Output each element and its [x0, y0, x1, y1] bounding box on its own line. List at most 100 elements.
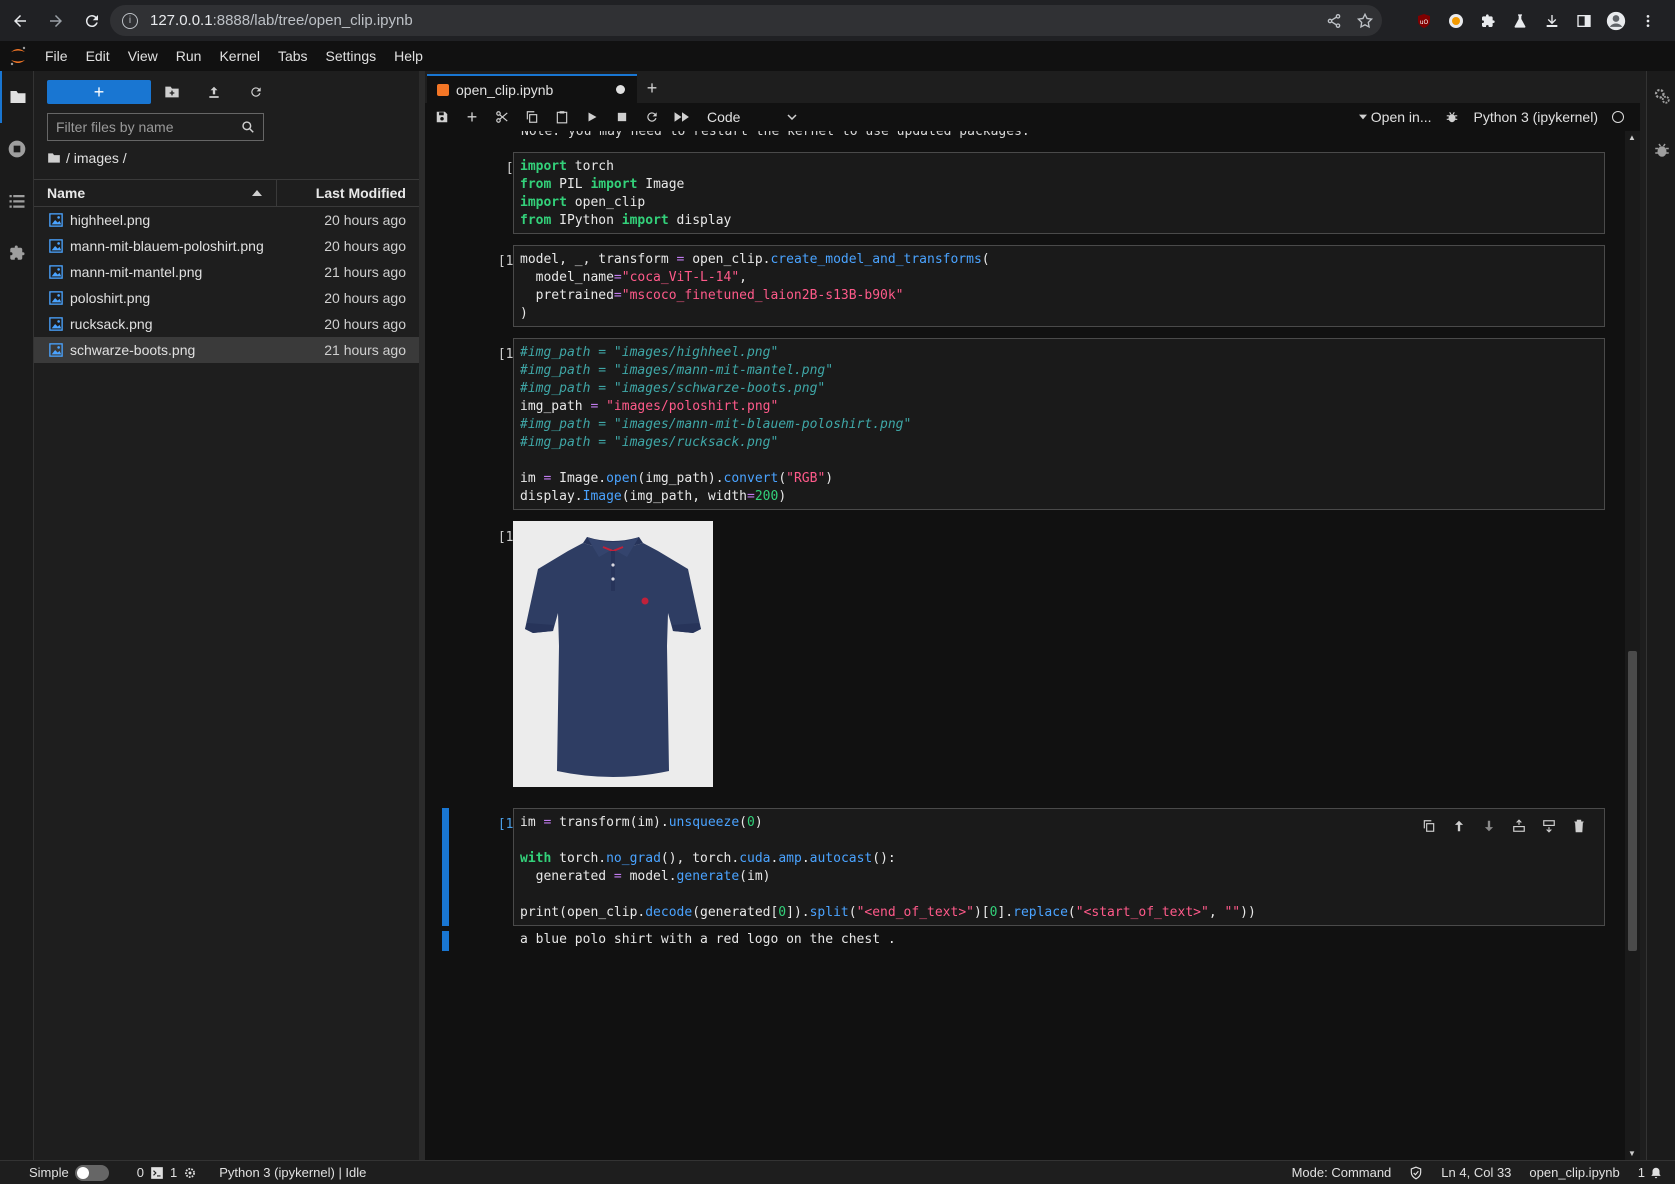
open-in-button[interactable]: Open in...	[1358, 109, 1431, 125]
menu-edit[interactable]: Edit	[77, 48, 119, 64]
code-editor[interactable]: #img_path = "images/highheel.png" #img_p…	[513, 338, 1605, 510]
flask-icon[interactable]	[1510, 11, 1530, 31]
scroll-up-arrow-icon[interactable]: ▲	[1628, 133, 1636, 142]
insert-cell-button[interactable]: +	[457, 103, 487, 131]
save-button[interactable]	[427, 103, 457, 131]
property-inspector-tab[interactable]	[1653, 87, 1671, 110]
profile-avatar-icon[interactable]	[1606, 11, 1626, 31]
download-icon[interactable]	[1542, 11, 1562, 31]
paste-cell-button[interactable]	[547, 103, 577, 131]
move-down-button[interactable]	[1479, 816, 1499, 836]
active-output-indicator[interactable]	[442, 931, 449, 951]
code-editor[interactable]: model, _, transform = open_clip.create_m…	[513, 245, 1605, 327]
file-browser-tab[interactable]	[0, 71, 33, 123]
upload-icon	[209, 86, 219, 98]
stop-icon	[617, 112, 627, 122]
address-bar[interactable]: i 127.0.0.1:8888/lab/tree/open_clip.ipyn…	[110, 5, 1382, 36]
stream-output-text: a blue polo shirt with a red logo on the…	[520, 932, 896, 947]
running-terminals[interactable]: 0 1	[137, 1165, 197, 1180]
menu-kernel[interactable]: Kernel	[210, 48, 268, 64]
kernel-status[interactable]: Python 3 (ipykernel) | Idle	[219, 1165, 366, 1180]
status-bar: Simple 0 1 Python 3 (ipykernel) | Idle M…	[0, 1160, 1675, 1184]
puzzle-extensions-icon[interactable]	[1478, 11, 1498, 31]
trusted-shield-icon[interactable]	[1409, 1166, 1423, 1180]
run-cell-button[interactable]	[577, 103, 607, 131]
file-row[interactable]: mann-mit-blauem-poloshirt.png 20 hours ag…	[34, 233, 419, 259]
file-filter	[47, 113, 264, 141]
restart-kernel-button[interactable]	[637, 103, 667, 131]
kernel-name-button[interactable]: Python 3 (ipykernel)	[1473, 109, 1598, 125]
file-row[interactable]: schwarze-boots.png 21 hours ago	[34, 337, 419, 363]
reload-button[interactable]	[76, 5, 108, 37]
restart-run-all-button[interactable]	[667, 103, 697, 131]
debugger-tab[interactable]	[1653, 141, 1671, 164]
menu-view[interactable]: View	[119, 48, 167, 64]
extension-manager-tab[interactable]	[0, 227, 33, 279]
table-of-contents-tab[interactable]	[0, 175, 33, 227]
share-icon[interactable]	[1326, 13, 1342, 29]
search-icon	[242, 121, 254, 133]
toggle-switch[interactable]	[74, 1164, 109, 1181]
menu-settings[interactable]: Settings	[317, 48, 386, 64]
file-row[interactable]: mann-mit-mantel.png 21 hours ago	[34, 259, 419, 285]
menu-run[interactable]: Run	[167, 48, 211, 64]
file-name: schwarze-boots.png	[70, 342, 196, 358]
file-row[interactable]: rucksack.png 20 hours ago	[34, 311, 419, 337]
file-list: highheel.png 20 hours ago mann-mit-blauem-…	[34, 207, 419, 363]
cell-type-select[interactable]: Code	[707, 109, 797, 125]
unsaved-dot-icon[interactable]	[616, 85, 625, 94]
new-folder-button[interactable]	[151, 80, 193, 104]
notifications-button[interactable]: 1	[1638, 1165, 1663, 1180]
bookmark-star-icon[interactable]	[1356, 12, 1374, 30]
move-up-button[interactable]	[1449, 816, 1469, 836]
back-button[interactable]	[4, 5, 36, 37]
duplicate-cell-button[interactable]	[1419, 816, 1439, 836]
url-text[interactable]: 127.0.0.1:8888/lab/tree/open_clip.ipynb	[150, 12, 413, 29]
modified-column-header[interactable]: Last Modified	[277, 185, 419, 201]
file-row[interactable]: highheel.png 20 hours ago	[34, 207, 419, 233]
extension-colorful-icon[interactable]	[1446, 11, 1466, 31]
forward-button[interactable]	[40, 5, 72, 37]
cut-cell-button[interactable]	[487, 103, 517, 131]
name-column-header[interactable]: Name	[34, 180, 277, 206]
tab-open-clip-notebook[interactable]: open_clip.ipynb	[427, 74, 637, 103]
home-folder-icon[interactable]	[47, 152, 61, 164]
code-editor[interactable]: import torch from PIL import Image impor…	[513, 152, 1605, 234]
file-row[interactable]: poloshirt.png 20 hours ago	[34, 285, 419, 311]
menu-tabs[interactable]: Tabs	[269, 48, 317, 64]
file-name: mann-mit-blauem-poloshirt.png	[70, 238, 264, 254]
side-panel-icon[interactable]	[1574, 11, 1594, 31]
scroll-down-arrow-icon[interactable]: ▼	[1628, 1149, 1636, 1158]
delete-cell-button[interactable]	[1569, 816, 1589, 836]
new-launcher-button[interactable]: +	[47, 80, 151, 104]
insert-below-icon	[1543, 820, 1555, 833]
notebook-panel[interactable]: Note: you may need to restart the kernel…	[425, 131, 1625, 1160]
add-tab-button[interactable]: +	[641, 77, 663, 99]
active-cell-indicator[interactable]	[442, 808, 449, 926]
trash-icon	[1574, 819, 1584, 833]
notebook-scrollbar[interactable]: ▲ ▼	[1625, 131, 1640, 1160]
simple-mode-toggle[interactable]: Simple	[29, 1164, 109, 1181]
insert-below-button[interactable]	[1539, 816, 1559, 836]
notification-count: 1	[1637, 1165, 1645, 1180]
filter-input[interactable]	[48, 118, 241, 136]
running-sessions-tab[interactable]	[0, 123, 33, 175]
arrow-down-icon	[1484, 820, 1494, 832]
menu-help[interactable]: Help	[385, 48, 432, 64]
insert-above-button[interactable]	[1509, 816, 1529, 836]
upload-button[interactable]	[193, 80, 235, 104]
copy-cell-button[interactable]	[517, 103, 547, 131]
interrupt-kernel-button[interactable]	[607, 103, 637, 131]
scroll-thumb[interactable]	[1628, 651, 1637, 951]
left-activity-bar	[0, 71, 34, 1160]
site-info-icon[interactable]: i	[122, 12, 138, 29]
debugger-bug-icon[interactable]	[1445, 110, 1459, 124]
cursor-position[interactable]: Ln 4, Col 33	[1441, 1165, 1511, 1180]
kebab-menu-icon[interactable]	[1638, 11, 1658, 31]
breadcrumb-path[interactable]: / images /	[66, 150, 127, 166]
url-host: 127.0.0.1	[150, 12, 213, 29]
ublock-icon[interactable]: uO	[1414, 11, 1434, 31]
menu-file[interactable]: File	[36, 48, 77, 64]
refresh-button[interactable]	[235, 80, 277, 104]
image-file-icon	[49, 291, 63, 305]
